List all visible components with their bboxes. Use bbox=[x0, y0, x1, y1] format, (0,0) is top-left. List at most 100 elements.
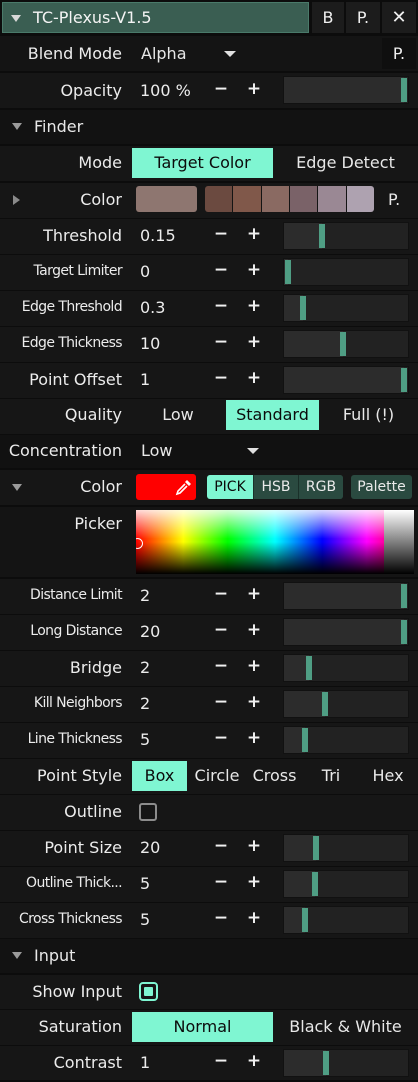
slider-handle[interactable] bbox=[339, 332, 346, 356]
target-limiter-value[interactable]: 0 bbox=[140, 262, 150, 281]
point-style-box[interactable]: Box bbox=[132, 761, 187, 791]
p-button[interactable]: P. bbox=[346, 2, 380, 33]
point-size-value[interactable]: 20 bbox=[140, 838, 160, 857]
color-picker-area[interactable] bbox=[136, 510, 414, 574]
quality-option-full[interactable]: Full (!) bbox=[321, 400, 416, 430]
point-offset-value[interactable]: 1 bbox=[140, 370, 150, 389]
point-size-slider[interactable] bbox=[283, 834, 409, 862]
blend-dropdown[interactable]: Alpha bbox=[132, 38, 378, 69]
color-mode-pick[interactable]: PICK bbox=[207, 475, 253, 499]
threshold-plus-button[interactable]: + bbox=[243, 224, 265, 244]
concentration-dropdown[interactable]: Low bbox=[132, 436, 382, 466]
kill-neighbors-value[interactable]: 2 bbox=[140, 694, 150, 713]
b-button[interactable]: B bbox=[312, 2, 344, 33]
slider-handle[interactable] bbox=[312, 836, 319, 860]
cross-thickness-value[interactable]: 5 bbox=[140, 910, 150, 929]
outline-checkbox[interactable] bbox=[139, 803, 157, 821]
opacity-value[interactable]: 100 % bbox=[140, 81, 191, 100]
saturation-normal[interactable]: Normal bbox=[132, 1012, 273, 1042]
quality-option-standard[interactable]: Standard bbox=[226, 400, 319, 430]
finder-header[interactable]: Finder bbox=[0, 110, 418, 144]
expand-icon[interactable] bbox=[13, 195, 20, 205]
kill-neighbors-minus-button[interactable]: − bbox=[210, 692, 232, 712]
long-distance-minus-button[interactable]: − bbox=[210, 620, 232, 640]
slider-handle[interactable] bbox=[285, 260, 291, 284]
collapse-icon[interactable] bbox=[12, 123, 22, 130]
outline-thickness-plus-button[interactable]: + bbox=[243, 872, 265, 892]
distance-limit-slider[interactable] bbox=[283, 582, 409, 610]
edge-thickness-slider[interactable] bbox=[283, 330, 409, 358]
slider-handle[interactable] bbox=[311, 872, 318, 896]
edge-thickness-value[interactable]: 10 bbox=[140, 334, 160, 353]
slider-handle[interactable] bbox=[322, 692, 329, 716]
color-mode-rgb[interactable]: RGB bbox=[298, 475, 343, 499]
point-style-hex[interactable]: Hex bbox=[360, 761, 416, 791]
bridge-slider[interactable] bbox=[283, 654, 409, 682]
threshold-slider[interactable] bbox=[283, 222, 409, 250]
long-distance-plus-button[interactable]: + bbox=[243, 620, 265, 640]
swatch[interactable] bbox=[233, 186, 262, 212]
input-header[interactable]: Input bbox=[0, 939, 418, 973]
long-distance-slider[interactable] bbox=[283, 618, 409, 646]
collapse-icon[interactable] bbox=[11, 15, 21, 22]
point-offset-slider[interactable] bbox=[283, 366, 409, 394]
slider-handle[interactable] bbox=[302, 728, 309, 752]
long-distance-value[interactable]: 20 bbox=[140, 622, 160, 641]
opacity-slider[interactable] bbox=[283, 76, 409, 104]
swatch[interactable] bbox=[261, 186, 290, 212]
finder-color-main-swatch[interactable] bbox=[136, 186, 197, 212]
contrast-slider[interactable] bbox=[283, 1049, 409, 1077]
collapse-icon[interactable] bbox=[12, 484, 22, 491]
slider-handle[interactable] bbox=[318, 224, 325, 248]
edge-threshold-value[interactable]: 0.3 bbox=[140, 298, 165, 317]
line-thickness-minus-button[interactable]: − bbox=[210, 728, 232, 748]
threshold-minus-button[interactable]: − bbox=[210, 224, 232, 244]
show-input-checkbox[interactable] bbox=[139, 982, 158, 1001]
contrast-minus-button[interactable]: − bbox=[210, 1051, 232, 1071]
slider-handle[interactable] bbox=[401, 620, 407, 644]
collapse-icon[interactable] bbox=[12, 952, 22, 959]
outline-thickness-slider[interactable] bbox=[283, 870, 409, 898]
point-style-cross[interactable]: Cross bbox=[247, 761, 302, 791]
threshold-value[interactable]: 0.15 bbox=[140, 226, 176, 245]
cross-thickness-plus-button[interactable]: + bbox=[243, 908, 265, 928]
bridge-value[interactable]: 2 bbox=[140, 658, 150, 677]
slider-handle[interactable] bbox=[302, 908, 309, 932]
kill-neighbors-plus-button[interactable]: + bbox=[243, 692, 265, 712]
point-size-plus-button[interactable]: + bbox=[243, 836, 265, 856]
swatch[interactable] bbox=[318, 186, 347, 212]
contrast-value[interactable]: 1 bbox=[140, 1053, 150, 1072]
distance-limit-minus-button[interactable]: − bbox=[210, 584, 232, 604]
opacity-minus-button[interactable]: − bbox=[210, 79, 232, 99]
edge-thickness-minus-button[interactable]: − bbox=[210, 332, 232, 352]
edge-threshold-minus-button[interactable]: − bbox=[210, 296, 232, 316]
point-style-tri[interactable]: Tri bbox=[304, 761, 358, 791]
swatch[interactable] bbox=[205, 186, 234, 212]
line-thickness-slider[interactable] bbox=[283, 726, 409, 754]
distance-limit-value[interactable]: 2 bbox=[140, 586, 150, 605]
slider-handle[interactable] bbox=[401, 584, 407, 608]
palette-button[interactable]: Palette bbox=[351, 475, 412, 499]
point-offset-minus-button[interactable]: − bbox=[210, 368, 232, 388]
blend-p-button[interactable]: P. bbox=[382, 38, 416, 69]
outline-thickness-value[interactable]: 5 bbox=[140, 874, 150, 893]
slider-handle[interactable] bbox=[305, 656, 312, 680]
slider-handle[interactable] bbox=[401, 78, 407, 102]
slider-handle[interactable] bbox=[323, 1051, 330, 1075]
target-limiter-minus-button[interactable]: − bbox=[210, 260, 232, 280]
target-limiter-plus-button[interactable]: + bbox=[243, 260, 265, 280]
line-thickness-plus-button[interactable]: + bbox=[243, 728, 265, 748]
color-mode-hsb[interactable]: HSB bbox=[253, 475, 298, 499]
finder-color-p-button[interactable]: P. bbox=[388, 190, 400, 209]
point-style-circle[interactable]: Circle bbox=[189, 761, 245, 791]
swatch[interactable] bbox=[289, 186, 319, 212]
close-button[interactable]: ✕ bbox=[382, 2, 416, 33]
slider-handle[interactable] bbox=[401, 368, 407, 392]
cross-thickness-minus-button[interactable]: − bbox=[210, 908, 232, 928]
color-swatch[interactable] bbox=[136, 474, 196, 500]
kill-neighbors-slider[interactable] bbox=[283, 690, 409, 718]
mode-option-target-color[interactable]: Target Color bbox=[132, 148, 273, 178]
bridge-minus-button[interactable]: − bbox=[210, 656, 232, 676]
slider-handle[interactable] bbox=[300, 296, 307, 320]
outline-thickness-minus-button[interactable]: − bbox=[210, 872, 232, 892]
